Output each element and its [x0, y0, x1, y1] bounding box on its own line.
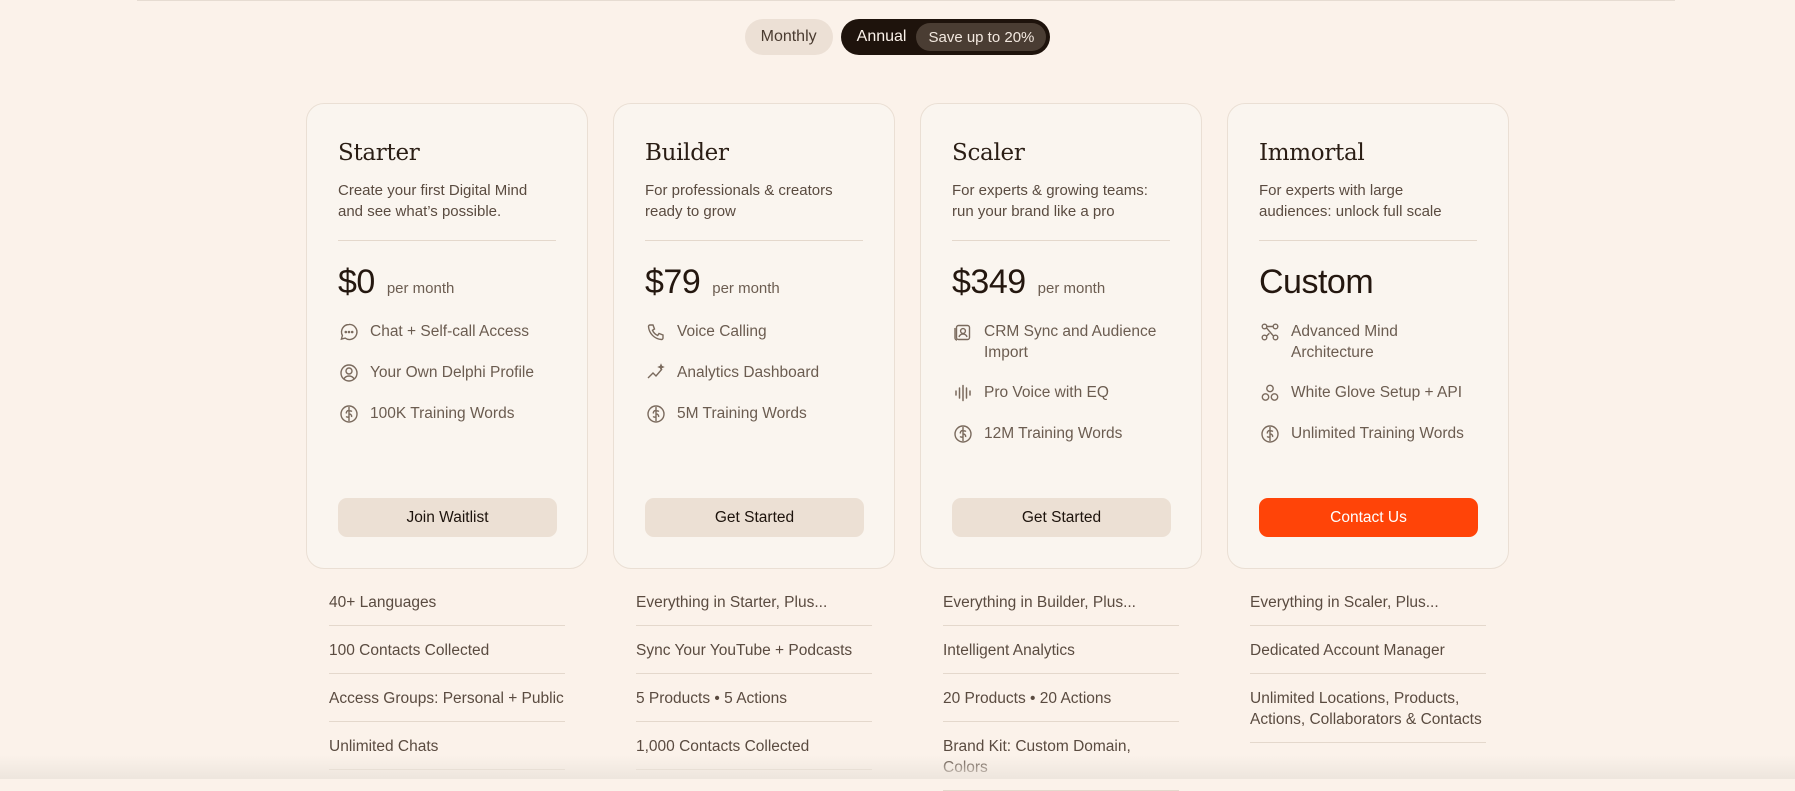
monthly-toggle-button[interactable]: Monthly — [744, 19, 833, 55]
feature-item: White Glove Setup + API — [1259, 382, 1477, 404]
feature-list: Voice Calling Analytics Dashboard 5M Tra… — [645, 321, 863, 425]
contact-us-button[interactable]: Contact Us — [1259, 498, 1478, 537]
list-item: Everything in Builder, Plus... — [943, 580, 1179, 626]
monthly-label: Monthly — [760, 28, 817, 45]
join-waitlist-button[interactable]: Join Waitlist — [338, 498, 557, 537]
feature-label: CRM Sync and Audience Import — [984, 323, 1157, 361]
plan-card-scaler: Scaler For experts & growing teams: run … — [920, 103, 1202, 569]
feature-label: Analytics Dashboard — [677, 364, 820, 381]
divider — [645, 240, 863, 241]
brain-icon — [952, 423, 974, 445]
feature-label: Advanced Mind Architecture — [1291, 323, 1398, 361]
save-badge: Save up to 20% — [916, 23, 1047, 51]
feature-item: Pro Voice with EQ — [952, 382, 1170, 404]
plan-price: $79 — [645, 263, 701, 301]
pricing-cards: Starter Create your first Digital Mind a… — [306, 103, 1509, 569]
plan-card-builder: Builder For professionals & creators rea… — [613, 103, 895, 569]
plan-name: Immortal — [1259, 140, 1365, 166]
price-row: $79 per month — [645, 263, 863, 303]
list-item: 100 Contacts Collected — [329, 626, 565, 674]
bottom-fade — [0, 755, 1795, 779]
circles-icon — [1259, 382, 1281, 404]
get-started-button[interactable]: Get Started — [952, 498, 1171, 537]
plan-period: per month — [712, 280, 780, 297]
list-item: Unlimited Locations, Products, Actions, … — [1250, 674, 1486, 743]
feature-label: White Glove Setup + API — [1291, 384, 1463, 401]
divider — [1259, 240, 1477, 241]
plan-card-immortal: Immortal For experts with large audience… — [1227, 103, 1509, 569]
plan-price: Custom — [1259, 263, 1374, 301]
list-item: Everything in Scaler, Plus... — [1250, 580, 1486, 626]
user-circle-icon — [338, 362, 360, 384]
plan-description: For experts with large audiences: unlock… — [1259, 182, 1442, 220]
feature-label: 12M Training Words — [984, 425, 1123, 442]
feature-item: Chat + Self-call Access — [338, 321, 556, 343]
list-item: Everything in Starter, Plus... — [636, 580, 872, 626]
feature-label: Your Own Delphi Profile — [370, 364, 534, 381]
feature-list: Chat + Self-call Access Your Own Delphi … — [338, 321, 556, 425]
plan-description: For experts & growing teams: run your br… — [952, 182, 1148, 220]
brain-icon — [645, 403, 667, 425]
feature-list: Advanced Mind Architecture White Glove S… — [1259, 321, 1477, 445]
feature-label: Voice Calling — [677, 323, 767, 340]
brain-icon — [1259, 423, 1281, 445]
plan-period: per month — [386, 280, 455, 297]
top-divider — [137, 0, 1675, 2]
annual-label: Annual — [856, 28, 907, 45]
get-started-button[interactable]: Get Started — [645, 498, 864, 537]
contact-card-icon — [952, 321, 974, 343]
plan-price: $0 — [338, 263, 375, 301]
feature-item: Voice Calling — [645, 321, 863, 343]
feature-label: 100K Training Words — [370, 405, 515, 422]
plan-name: Scaler — [952, 140, 1025, 166]
feature-item: 12M Training Words — [952, 423, 1170, 445]
brain-icon — [338, 403, 360, 425]
sparkle-chart-icon — [645, 362, 667, 384]
feature-item: Analytics Dashboard — [645, 362, 863, 384]
list-item: Dedicated Account Manager — [1250, 626, 1486, 674]
divider — [952, 240, 1170, 241]
feature-item: 100K Training Words — [338, 403, 556, 425]
price-row: $349 per month — [952, 263, 1170, 303]
feature-label: Unlimited Training Words — [1291, 425, 1464, 442]
network-icon — [1259, 321, 1281, 343]
price-row: Custom — [1259, 263, 1477, 303]
plan-description: For professionals & creators ready to gr… — [645, 182, 833, 220]
plan-name: Starter — [338, 140, 420, 166]
list-item: 40+ Languages — [329, 580, 565, 626]
plan-description: Create your first Digital Mind and see w… — [338, 182, 528, 220]
feature-item: Unlimited Training Words — [1259, 423, 1477, 445]
feature-item: Advanced Mind Architecture — [1259, 321, 1477, 363]
list-item: 5 Products • 5 Actions — [636, 674, 872, 722]
feature-label: Chat + Self-call Access — [370, 323, 529, 340]
annual-toggle-button[interactable]: Annual Save up to 20% — [840, 19, 1051, 55]
phone-icon — [645, 321, 667, 343]
list-item: 20 Products • 20 Actions — [943, 674, 1179, 722]
feature-item: 5M Training Words — [645, 403, 863, 425]
feature-label: Pro Voice with EQ — [984, 384, 1109, 401]
feature-item: Your Own Delphi Profile — [338, 362, 556, 384]
plan-price: $349 — [952, 263, 1026, 301]
feature-list: CRM Sync and Audience Import Pro Voice w… — [952, 321, 1170, 445]
list-item: Sync Your YouTube + Podcasts — [636, 626, 872, 674]
plan-card-starter: Starter Create your first Digital Mind a… — [306, 103, 588, 569]
divider — [338, 240, 556, 241]
billing-toggle: Monthly Annual Save up to 20% — [0, 19, 1795, 55]
feature-label: 5M Training Words — [677, 405, 807, 422]
list-item: Intelligent Analytics — [943, 626, 1179, 674]
feature-item: CRM Sync and Audience Import — [952, 321, 1170, 363]
plan-period: per month — [1037, 280, 1106, 297]
chat-bubble-icon — [338, 321, 360, 343]
waveform-icon — [952, 382, 974, 404]
plan-name: Builder — [645, 140, 729, 166]
list-item: Access Groups: Personal + Public — [329, 674, 565, 722]
price-row: $0 per month — [338, 263, 556, 303]
